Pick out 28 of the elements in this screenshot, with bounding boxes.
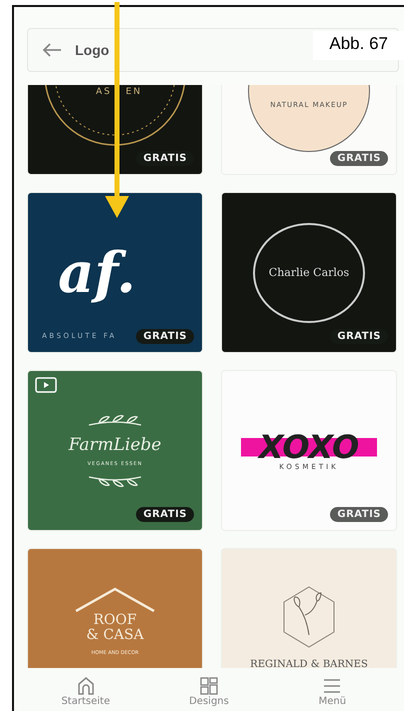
logo-text: ROOF xyxy=(93,613,137,628)
free-badge: GRATIS xyxy=(330,329,388,344)
logo-text: af. xyxy=(58,244,136,300)
figure-label: Abb. 67 xyxy=(313,31,404,60)
logo-text: FarmLiebe xyxy=(68,434,162,454)
free-badge: GRATIS xyxy=(330,151,388,166)
grid-icon xyxy=(198,676,219,696)
free-badge: GRATIS xyxy=(136,151,194,166)
search-text: Logo xyxy=(75,42,110,58)
back-arrow-icon[interactable] xyxy=(42,43,62,57)
free-badge: GRATIS xyxy=(330,507,388,522)
logo-text: EN xyxy=(126,87,142,97)
template-card[interactable]: Charlie Carlos GRATIS xyxy=(221,192,397,353)
logo-text: & CASA xyxy=(86,628,144,644)
free-badge: GRATIS xyxy=(136,329,194,344)
template-card[interactable]: REGINALD & BARNES xyxy=(221,548,397,668)
free-badge: GRATIS xyxy=(136,507,194,522)
home-icon xyxy=(76,676,96,696)
logo-text: Charlie Carlos xyxy=(268,266,350,279)
nav-label: Startseite xyxy=(61,696,110,707)
logo-text: REGINALD & BARNES xyxy=(250,659,368,668)
nav-label: Designs xyxy=(189,696,229,707)
template-card[interactable]: AS EN GRATIS xyxy=(27,85,203,175)
nav-label: Menü xyxy=(318,696,346,707)
roof-icon xyxy=(74,587,156,613)
logo-text: AS xyxy=(96,87,112,97)
leaf-branch-icon xyxy=(87,412,143,428)
flower-hexagon-drawing xyxy=(281,585,337,649)
